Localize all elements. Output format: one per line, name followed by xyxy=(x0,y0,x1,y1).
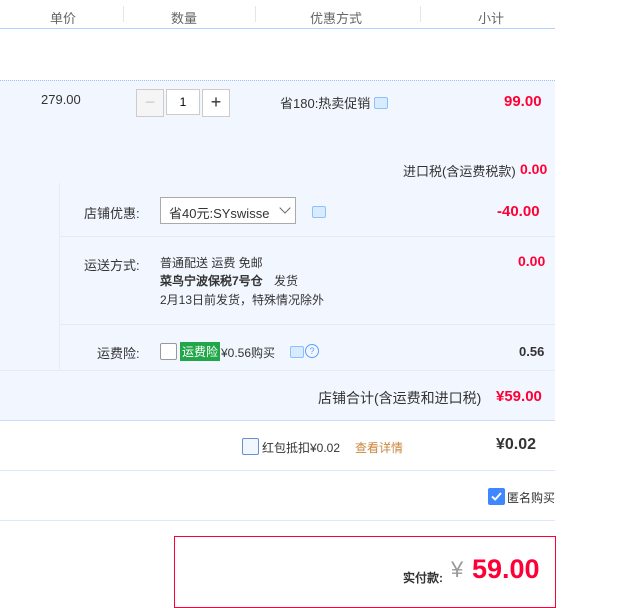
column-quantity: 数量 xyxy=(171,11,198,26)
redpacket-value: ¥0.02 xyxy=(496,436,537,453)
payment-summary-box: 实付款: ¥ 59.00 xyxy=(174,536,556,608)
chat-bubble-icon[interactable] xyxy=(290,346,304,358)
insurance-checkbox[interactable] xyxy=(160,343,177,360)
shop-discount-select[interactable]: 省40元:SYswisse xyxy=(160,197,296,224)
anonymous-label: 匿名购买 xyxy=(507,491,556,505)
redpacket-details-link[interactable]: 查看详情 xyxy=(355,439,403,456)
warehouse-name: 菜鸟宁波保税7号仓 xyxy=(160,274,263,288)
panel-divider xyxy=(59,183,60,370)
column-promotion: 优惠方式 xyxy=(310,11,363,26)
decrement-button[interactable]: − xyxy=(136,89,164,117)
column-unit-price: 单价 xyxy=(50,11,77,26)
anonymous-checkbox[interactable] xyxy=(488,488,505,505)
payment-label: 实付款: xyxy=(403,571,443,585)
chevron-down-icon xyxy=(279,202,291,214)
increment-button[interactable]: + xyxy=(202,89,230,117)
section-divider xyxy=(0,520,555,521)
shop-discount-label: 店铺优惠: xyxy=(84,206,140,221)
panel-divider xyxy=(60,236,555,237)
insurance-badge: 运费险 xyxy=(180,342,221,361)
column-divider xyxy=(420,6,421,22)
insurance-label: 运费险: xyxy=(97,346,140,361)
unit-price: 279.00 xyxy=(41,92,81,107)
chat-bubble-icon[interactable] xyxy=(312,206,326,218)
panel-divider xyxy=(60,324,555,325)
panel-divider xyxy=(0,370,555,371)
redpacket-label: 红包抵扣¥0.02 xyxy=(262,441,341,455)
insurance-price: ¥0.56购买 xyxy=(221,346,276,360)
chat-bubble-icon[interactable] xyxy=(374,97,388,109)
shipping-value: 0.00 xyxy=(518,253,546,269)
shop-discount-value: -40.00 xyxy=(497,203,540,220)
shipping-method: 普通配送 运费 免邮 xyxy=(160,256,263,270)
import-tax-label: 进口税(含运费税款) xyxy=(403,164,516,179)
redpacket-checkbox[interactable] xyxy=(242,438,259,455)
promotion-text: 省180:热卖促销 xyxy=(280,96,371,111)
payment-amount: 59.00 xyxy=(472,554,540,584)
help-question-icon[interactable]: ? xyxy=(305,344,319,358)
item-subtotal: 99.00 xyxy=(504,93,542,110)
import-tax-value: 0.00 xyxy=(520,161,548,177)
currency-symbol: ¥ xyxy=(451,557,464,582)
checkmark-icon xyxy=(491,492,502,501)
insurance-value: 0.56 xyxy=(519,344,545,359)
column-divider xyxy=(255,6,256,22)
section-divider xyxy=(0,470,555,471)
column-subtotal: 小计 xyxy=(478,11,505,26)
column-divider xyxy=(123,6,124,22)
delivery-note: 2月13日前发货，特殊情况除外 xyxy=(160,293,325,307)
shop-total-label: 店铺合计(含运费和进口税) xyxy=(318,390,482,406)
shipping-label: 运送方式: xyxy=(84,258,140,273)
warehouse-suffix: 发货 xyxy=(274,274,299,288)
shop-discount-selected: 省40元:SYswisse xyxy=(169,206,270,221)
quantity-input[interactable] xyxy=(166,89,200,115)
cart-table-header: 单价 数量 优惠方式 小计 xyxy=(0,0,555,29)
shop-total-value: ¥59.00 xyxy=(496,388,542,405)
